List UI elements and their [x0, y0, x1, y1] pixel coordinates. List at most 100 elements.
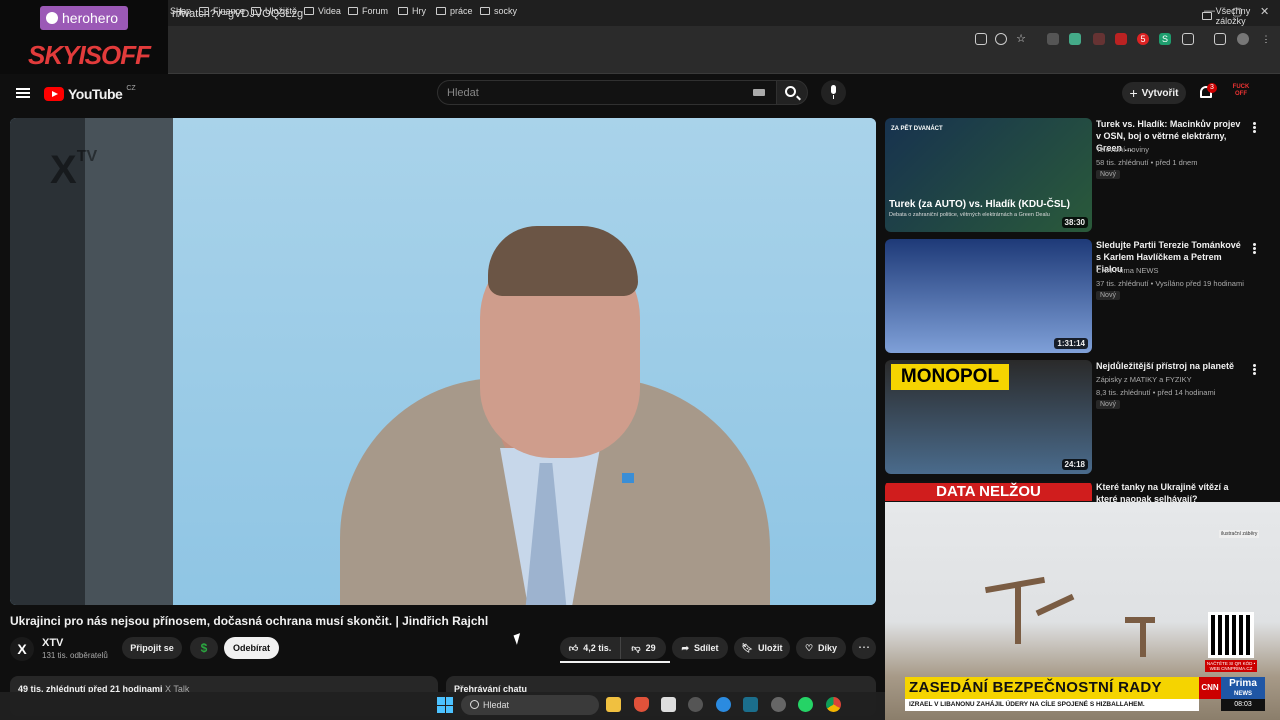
file-explorer-icon[interactable] — [606, 697, 621, 712]
keyboard-icon[interactable] — [753, 89, 765, 96]
channel-name[interactable]: XTV — [42, 637, 63, 649]
brave-browser-icon[interactable] — [634, 697, 649, 712]
bookmark-icon: 🔖︎ — [741, 642, 753, 653]
search-icon — [785, 86, 796, 97]
extension-s-icon[interactable]: S — [1159, 33, 1171, 45]
lapel-pin — [622, 473, 634, 483]
recommendation-title[interactable]: Nejdůležitější přístroj na planetě — [1096, 360, 1246, 372]
all-bookmarks[interactable]: Všechny záložky — [1202, 6, 1280, 26]
thumb-logo: ZA PĚT DVANÁCT — [891, 126, 943, 132]
pumpjack — [1035, 593, 1075, 617]
save-button[interactable]: 🔖︎ Uložit — [734, 637, 790, 659]
channel-avatar[interactable]: X — [10, 637, 34, 661]
recommendation-meta: 58 tis. zhlédnutí • před 1 dnem — [1096, 158, 1198, 167]
windows-start-icon[interactable] — [437, 697, 453, 713]
qr-code — [1208, 612, 1254, 658]
youtube-logo[interactable]: YouTube CZ — [44, 85, 136, 102]
video-thumbnail[interactable]: 1:31:14 — [885, 239, 1092, 353]
herohero-logo-icon — [46, 12, 58, 24]
bookmark-shop[interactable]: Shop — [170, 6, 191, 16]
bookmark-videa[interactable]: Videa — [304, 6, 341, 16]
chrome-icon[interactable] — [826, 697, 841, 712]
video-thumbnail[interactable]: ZA PĚT DVANÁCT Turek (za AUTO) vs. Hladí… — [885, 118, 1092, 232]
browser-menu-icon[interactable]: ⋮ — [1260, 33, 1272, 45]
bookmark-uloziste[interactable]: Uložiště — [251, 6, 297, 16]
share-button[interactable]: ➦ Sdílet — [672, 637, 728, 659]
thanks-button[interactable]: ♡ Díky — [796, 637, 846, 659]
profile-avatar-icon[interactable] — [1237, 33, 1249, 45]
recommendation-item[interactable]: 1:31:14 Sledujte Partii Terezie Tománkov… — [885, 239, 1280, 355]
herohero-badge: herohero — [40, 6, 128, 30]
kebab-menu-icon[interactable] — [1253, 243, 1256, 246]
calculator-icon[interactable] — [661, 697, 676, 712]
plus-icon: + — [1129, 85, 1138, 101]
recommendation-channel[interactable]: Zápisky z MATIKY a FYZIKY — [1096, 375, 1192, 384]
news-clock: 08:03 — [1221, 699, 1265, 711]
extension-glasses-icon[interactable] — [1047, 33, 1059, 45]
whatsapp-icon[interactable] — [798, 697, 813, 712]
taskbar-search[interactable]: Hledat — [461, 695, 599, 715]
like-button[interactable]: 👍︎ 4,2 tis. — [560, 637, 620, 659]
app-teal-icon[interactable] — [743, 697, 758, 712]
create-button[interactable]: + Vytvořit — [1122, 82, 1186, 104]
extension-red-icon[interactable] — [1115, 33, 1127, 45]
speaker-hair — [488, 226, 638, 296]
thumb-caption: DATA NELŽOU — [885, 483, 1092, 501]
new-badge: Nový — [1096, 291, 1120, 300]
voice-search-button[interactable] — [821, 80, 846, 105]
bookmark-socky[interactable]: socky — [480, 6, 517, 16]
account-avatar[interactable]: FUCK OFF — [1232, 84, 1250, 102]
recommendation-title[interactable]: Které tanky na Ukrajině vítězí a které n… — [1096, 481, 1246, 502]
video-thumbnail[interactable]: MONOPOL 24:18 — [885, 360, 1092, 474]
dislike-button[interactable]: 👎︎ 29 — [620, 637, 666, 659]
recommendation-channel[interactable]: Televizní noviny — [1096, 145, 1149, 154]
dollar-icon: $ — [200, 641, 208, 655]
search-input[interactable] — [437, 80, 777, 105]
bookmark-star-icon[interactable]: ☆ — [1015, 33, 1027, 45]
microphone-icon — [831, 85, 836, 99]
app-settings-icon[interactable] — [771, 697, 786, 712]
streamer-logo: SKYISOFF — [28, 40, 151, 70]
notification-count-badge: 3 — [1207, 83, 1217, 93]
super-thanks-button[interactable]: $ — [190, 637, 218, 659]
like-ratio-bar — [560, 661, 670, 663]
recommendation-meta: 8,3 tis. zhlédnutí • před 14 hodinami — [1096, 388, 1216, 397]
bookmark-finance[interactable]: Finance — [199, 6, 245, 16]
folder-icon — [348, 7, 358, 15]
search-placeholder: Hledat — [447, 87, 479, 99]
app-hex-icon[interactable] — [688, 697, 703, 712]
cast-icon[interactable] — [975, 33, 987, 45]
news-headline: ZASEDÁNÍ BEZPEČNOSTNÍ RADY — [905, 677, 1199, 699]
pip-watermark: ilustrační záběry — [1219, 530, 1260, 538]
hide-eye-icon[interactable] — [995, 33, 1007, 45]
extension-badge-icon[interactable]: 5 — [1137, 33, 1149, 45]
subscribe-button[interactable]: Odebírat — [224, 637, 279, 659]
picture-in-picture-news[interactable]: ilustrační záběry NAČTĚTE SI QR KÓD • WE… — [885, 502, 1280, 720]
new-badge: Nový — [1096, 400, 1120, 409]
extension-dark-icon[interactable] — [1093, 33, 1105, 45]
bookmark-forum[interactable]: Forum — [348, 6, 388, 16]
extensions-puzzle-icon[interactable] — [1182, 33, 1194, 45]
bookmark-hry[interactable]: Hry — [398, 6, 426, 16]
thumb-caption: Turek (za AUTO) vs. Hladík (KDU-ČSL) — [889, 199, 1070, 210]
recommendation-channel[interactable]: CNN Prima NEWS — [1096, 266, 1159, 275]
recommendation-item[interactable]: MONOPOL 24:18 Nejdůležitější přístroj na… — [885, 360, 1280, 476]
extension-green-icon[interactable] — [1069, 33, 1081, 45]
kebab-menu-icon[interactable] — [1253, 122, 1256, 125]
kebab-menu-icon[interactable] — [1253, 364, 1256, 367]
more-actions-button[interactable]: ⋯ — [852, 637, 876, 659]
thumb-subcaption: Debata o zahraniční politice, větrných e… — [889, 212, 1050, 218]
video-thumbnail[interactable]: DATA NELŽOU — [885, 481, 1092, 502]
app-blue-icon[interactable] — [716, 697, 731, 712]
video-player[interactable]: XTV — [10, 118, 876, 605]
news-ticker: IZRAEL V LIBANONU ZAHÁJIL ÚDERY NA CÍLE … — [905, 699, 1199, 711]
recommendation-item[interactable]: ZA PĚT DVANÁCT Turek (za AUTO) vs. Hladí… — [885, 118, 1280, 234]
thumbs-up-icon: 👍︎ — [568, 642, 579, 653]
menu-hamburger-icon[interactable] — [16, 88, 30, 98]
reading-list-icon[interactable] — [1214, 33, 1226, 45]
join-button[interactable]: Připojit se — [122, 637, 182, 659]
recommendation-item[interactable]: DATA NELŽOU Které tanky na Ukrajině vítě… — [885, 481, 1280, 502]
bookmark-prace[interactable]: práce — [436, 6, 473, 16]
folder-icon — [199, 7, 209, 15]
video-background-frame — [85, 118, 173, 605]
